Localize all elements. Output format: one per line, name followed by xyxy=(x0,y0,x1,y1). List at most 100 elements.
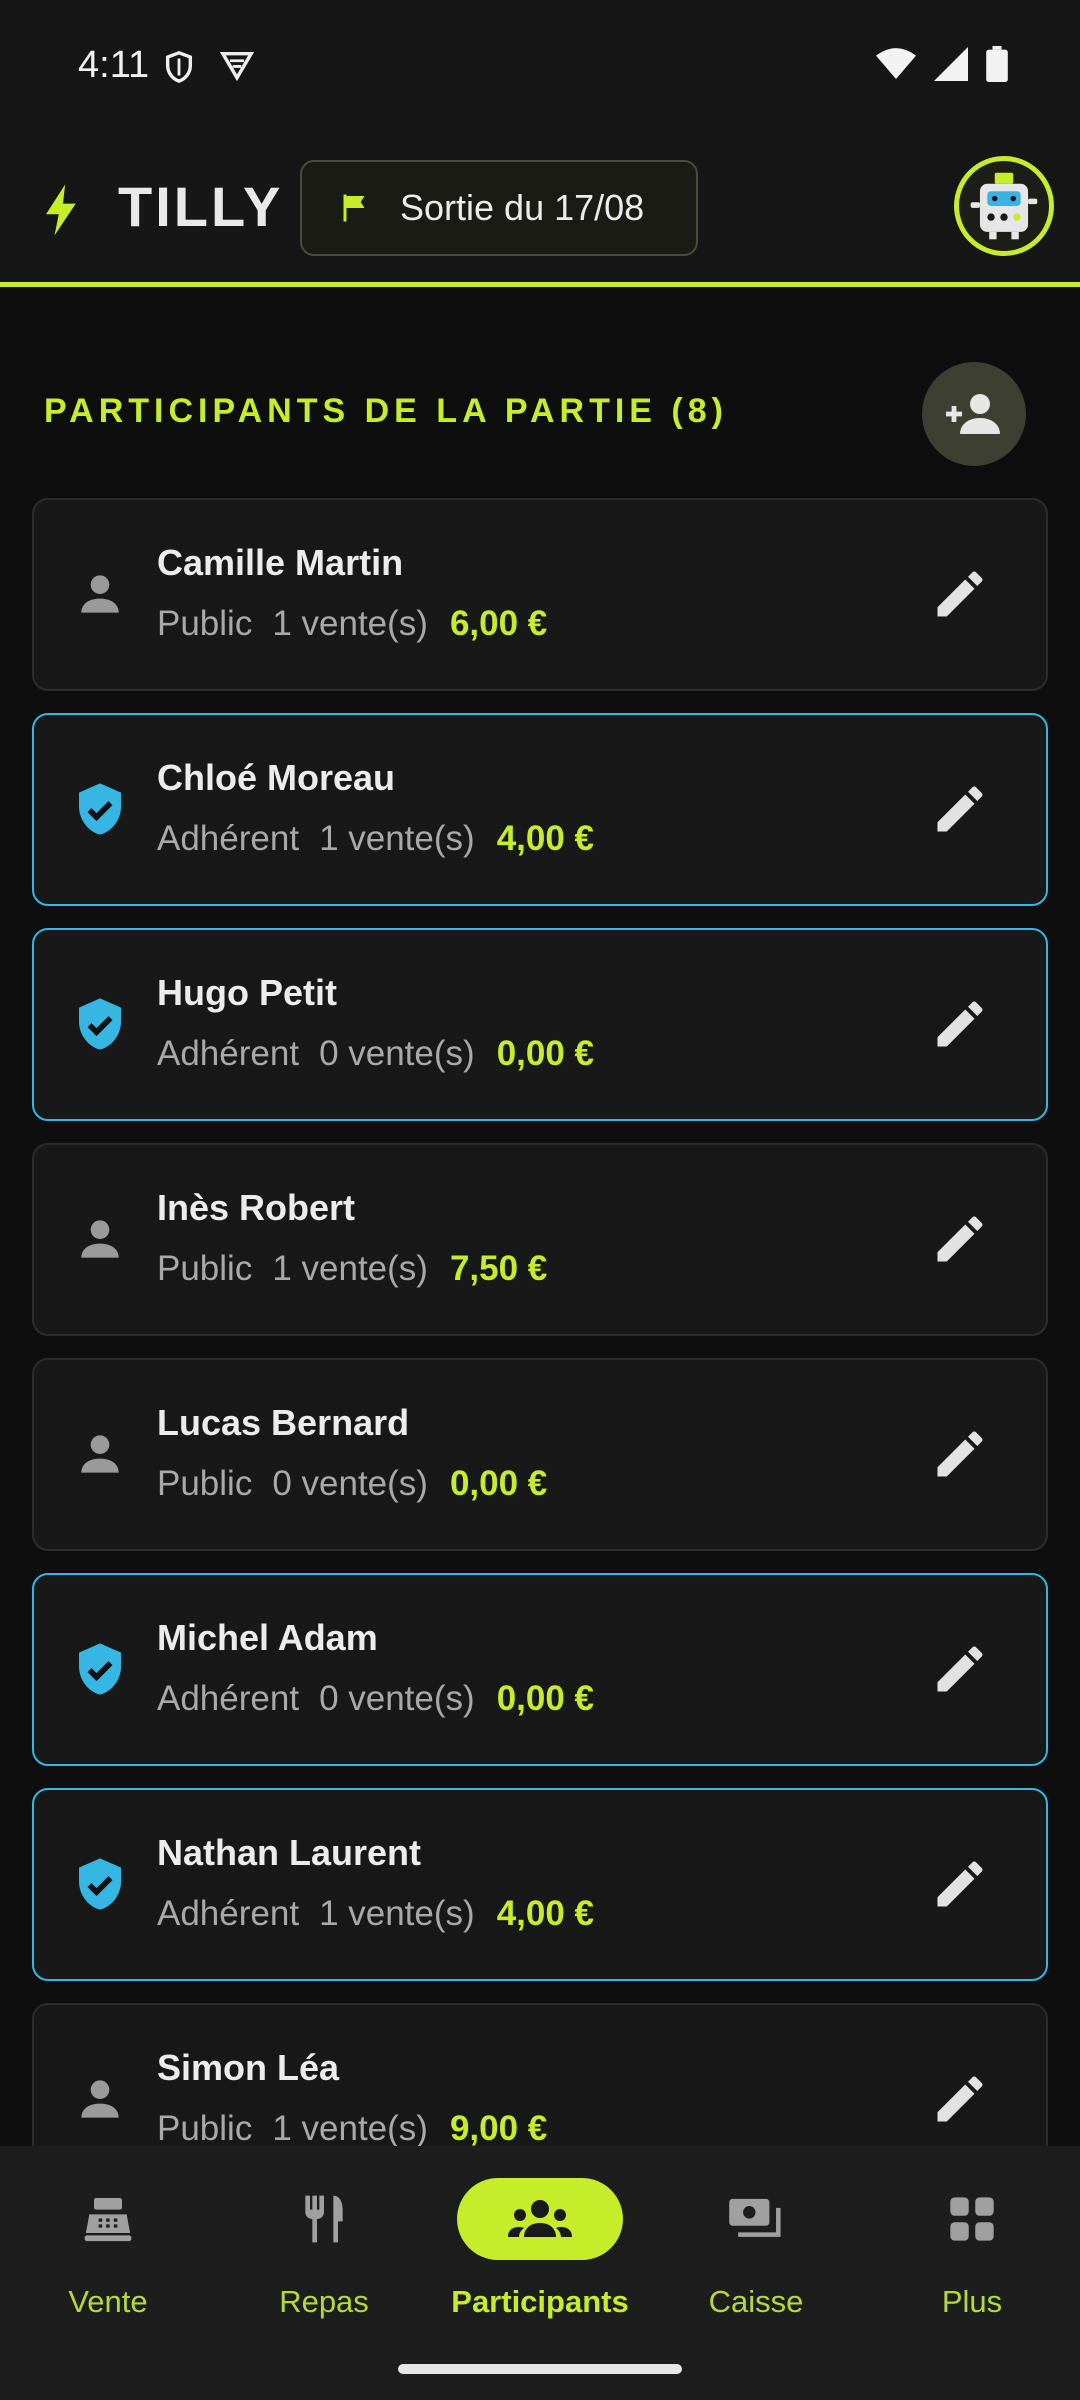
cash-register-icon xyxy=(84,2198,132,2242)
battery-icon xyxy=(986,46,1008,82)
participant-card[interactable]: Nathan Laurent Adhérent 1 vente(s) 4,00 € xyxy=(32,1788,1048,1981)
participant-amount: 0,00 € xyxy=(496,1679,594,1718)
edit-icon[interactable] xyxy=(930,1639,990,1699)
person-add-icon xyxy=(946,394,1000,434)
participant-meta: Adhérent 0 vente(s) 0,00 € xyxy=(157,1679,594,1719)
add-participant-button[interactable] xyxy=(922,362,1026,466)
participant-amount: 0,00 € xyxy=(496,1034,594,1073)
app-brand: TILLY xyxy=(118,175,284,238)
verified-shield-icon xyxy=(79,998,121,1050)
app-bar-divider xyxy=(0,282,1080,287)
edit-icon[interactable] xyxy=(930,1209,990,1269)
person-icon xyxy=(81,575,119,613)
participant-amount: 4,00 € xyxy=(496,1894,594,1933)
nav-label: Participants xyxy=(451,2284,629,2319)
session-label: Sortie du 17/08 xyxy=(400,187,645,228)
participant-type: Public xyxy=(157,2109,253,2146)
bottom-navigation: Vente Repas Participants Caisse Plus xyxy=(0,2146,1080,2400)
verified-shield-icon xyxy=(79,1643,121,1695)
apps-icon xyxy=(950,2197,994,2241)
participant-type: Public xyxy=(157,1249,253,1288)
nav-label: Plus xyxy=(941,2284,1003,2319)
nav-item-plus[interactable]: Plus xyxy=(864,2176,1080,2326)
participant-name: Nathan Laurent xyxy=(157,1832,422,1873)
participant-meta: Public 1 vente(s) 9,00 € xyxy=(157,2109,547,2146)
flag-icon xyxy=(343,194,365,222)
nav-label: Repas xyxy=(279,2284,369,2319)
verified-shield-icon xyxy=(79,1858,121,1910)
participant-sales: 0 vente(s) xyxy=(272,1464,428,1503)
status-bar: 4:11 xyxy=(0,0,1080,130)
participant-name: Inès Robert xyxy=(157,1187,356,1228)
participant-name: Camille Martin xyxy=(157,542,404,583)
verified-shield-icon xyxy=(79,783,121,835)
nav-item-repas[interactable]: Repas xyxy=(216,2176,432,2326)
participant-card[interactable]: Michel Adam Adhérent 0 vente(s) 0,00 € xyxy=(32,1573,1048,1766)
participant-card[interactable]: Inès Robert Public 1 vente(s) 7,50 € xyxy=(32,1143,1048,1336)
edit-icon[interactable] xyxy=(930,779,990,839)
participant-type: Public xyxy=(157,1464,253,1503)
vpn-status-icon xyxy=(219,51,255,82)
shield-status-icon xyxy=(165,51,193,83)
participant-type: Adhérent xyxy=(157,819,300,858)
participant-meta: Adhérent 1 vente(s) 4,00 € xyxy=(157,819,594,859)
participant-amount: 6,00 € xyxy=(449,604,548,643)
participant-meta: Public 1 vente(s) 7,50 € xyxy=(157,1249,547,1289)
participant-card[interactable]: Hugo Petit Adhérent 0 vente(s) 0,00 € xyxy=(32,928,1048,1121)
participant-card[interactable]: Camille Martin Public 1 vente(s) 6,00 € xyxy=(32,498,1048,691)
nav-label: Vente xyxy=(68,2284,148,2319)
section-title: PARTICIPANTS DE LA PARTIE (8) xyxy=(44,392,728,430)
participant-name: Hugo Petit xyxy=(157,972,337,1013)
payments-icon xyxy=(729,2198,781,2237)
participant-meta: Public 0 vente(s) 0,00 € xyxy=(157,1464,547,1504)
participant-amount: 4,00 € xyxy=(496,819,594,858)
edit-icon[interactable] xyxy=(930,994,990,1054)
participant-type: Public xyxy=(157,604,253,643)
robot-icon xyxy=(970,172,1038,240)
person-icon xyxy=(81,2080,119,2118)
participant-name: Michel Adam xyxy=(157,1617,378,1658)
participant-card[interactable]: Chloé Moreau Adhérent 1 vente(s) 4,00 € xyxy=(32,713,1048,906)
participant-sales: 1 vente(s) xyxy=(272,2109,428,2146)
participant-sales: 1 vente(s) xyxy=(319,1894,475,1933)
nav-item-participants[interactable]: Participants xyxy=(432,2176,648,2326)
participant-meta: Public 1 vente(s) 6,00 € xyxy=(157,604,547,644)
participant-meta: Adhérent 0 vente(s) 0,00 € xyxy=(157,1034,594,1074)
participant-sales: 0 vente(s) xyxy=(319,1034,475,1073)
participant-type: Adhérent xyxy=(157,1034,300,1073)
participant-name: Lucas Bernard xyxy=(157,1402,410,1443)
participant-amount: 9,00 € xyxy=(449,2109,548,2146)
participant-type: Adhérent xyxy=(157,1679,300,1718)
edit-icon[interactable] xyxy=(930,1854,990,1914)
bolt-icon xyxy=(46,184,76,236)
session-selector[interactable]: Sortie du 17/08 xyxy=(300,160,698,256)
nav-item-caisse[interactable]: Caisse xyxy=(648,2176,864,2326)
participant-sales: 0 vente(s) xyxy=(319,1679,475,1718)
participant-card[interactable]: Lucas Bernard Public 0 vente(s) 0,00 € xyxy=(32,1358,1048,1551)
participant-amount: 0,00 € xyxy=(449,1464,548,1503)
nav-item-vente[interactable]: Vente xyxy=(0,2176,216,2326)
participant-sales: 1 vente(s) xyxy=(272,1249,428,1288)
edit-icon[interactable] xyxy=(930,1424,990,1484)
status-time: 4:11 xyxy=(78,44,150,86)
participant-meta: Adhérent 1 vente(s) 4,00 € xyxy=(157,1894,594,1934)
participant-name: Simon Léa xyxy=(157,2047,340,2088)
robot-avatar[interactable] xyxy=(954,156,1054,256)
group-icon xyxy=(508,2200,572,2237)
participant-sales: 1 vente(s) xyxy=(272,604,428,643)
person-icon xyxy=(81,1220,119,1258)
edit-icon[interactable] xyxy=(930,564,990,624)
participant-sales: 1 vente(s) xyxy=(319,819,475,858)
cell-signal-icon xyxy=(934,47,968,81)
participant-list: Camille Martin Public 1 vente(s) 6,00 € Ch… xyxy=(32,498,1048,2146)
participant-card[interactable]: Simon Léa Public 1 vente(s) 9,00 € xyxy=(32,2003,1048,2146)
edit-icon[interactable] xyxy=(930,2069,990,2129)
participant-type: Adhérent xyxy=(157,1894,300,1933)
participant-name: Chloé Moreau xyxy=(157,757,396,798)
utensils-icon xyxy=(305,2195,343,2243)
home-indicator[interactable] xyxy=(398,2364,682,2374)
person-icon xyxy=(81,1435,119,1473)
app-bar: TILLY Sortie du 17/08 xyxy=(0,130,1080,284)
wifi-icon xyxy=(876,48,916,79)
nav-label: Caisse xyxy=(708,2284,804,2319)
